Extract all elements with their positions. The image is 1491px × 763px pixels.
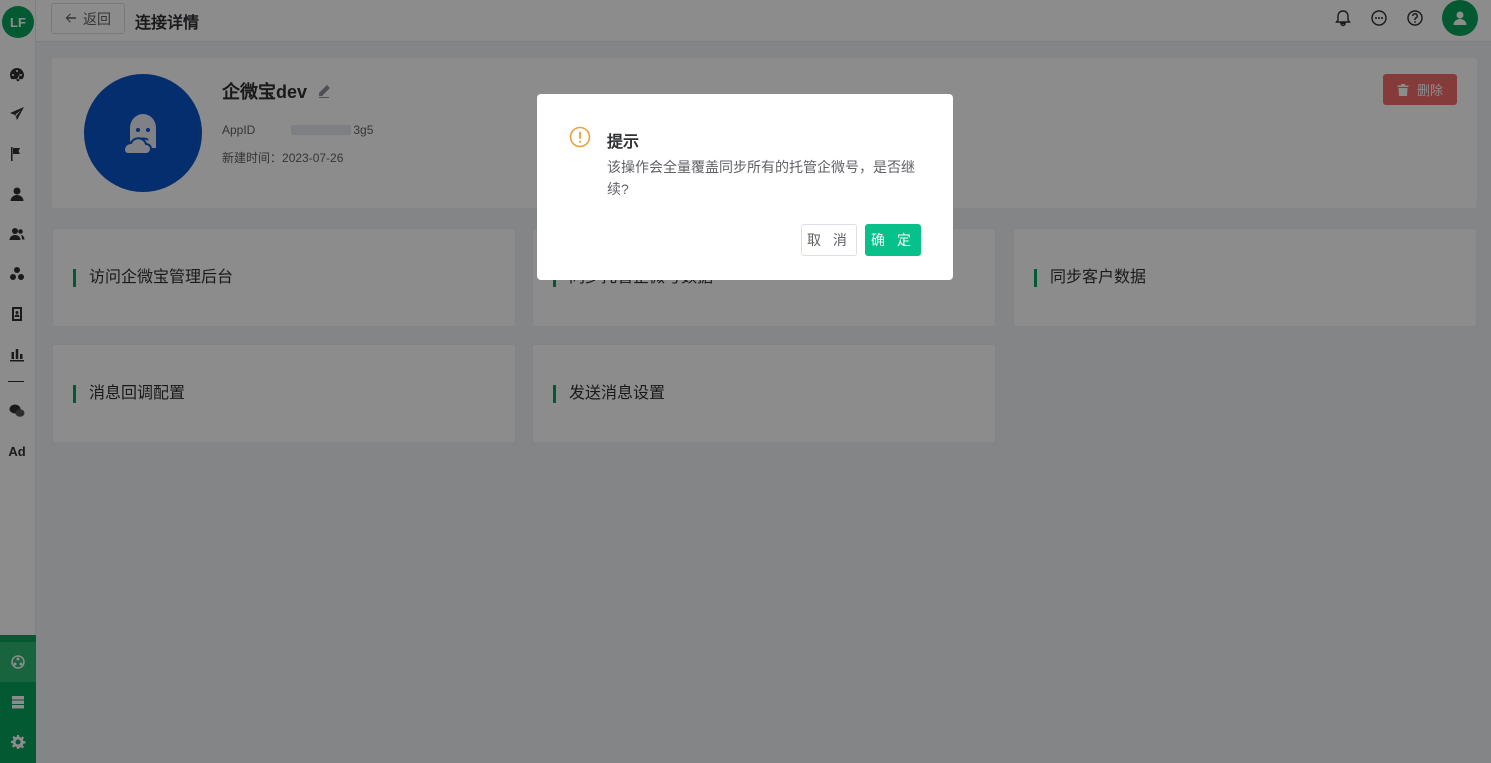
confirm-dialog: 提示 该操作会全量覆盖同步所有的托管企微号，是否继续? 取 消 确 定 <box>537 94 953 280</box>
warning-icon <box>569 126 591 148</box>
confirm-button[interactable]: 确 定 <box>865 224 921 256</box>
dialog-message: 该操作会全量覆盖同步所有的托管企微号，是否继续? <box>607 159 915 197</box>
cancel-button[interactable]: 取 消 <box>801 224 857 256</box>
dialog-title: 提示 <box>607 134 640 151</box>
